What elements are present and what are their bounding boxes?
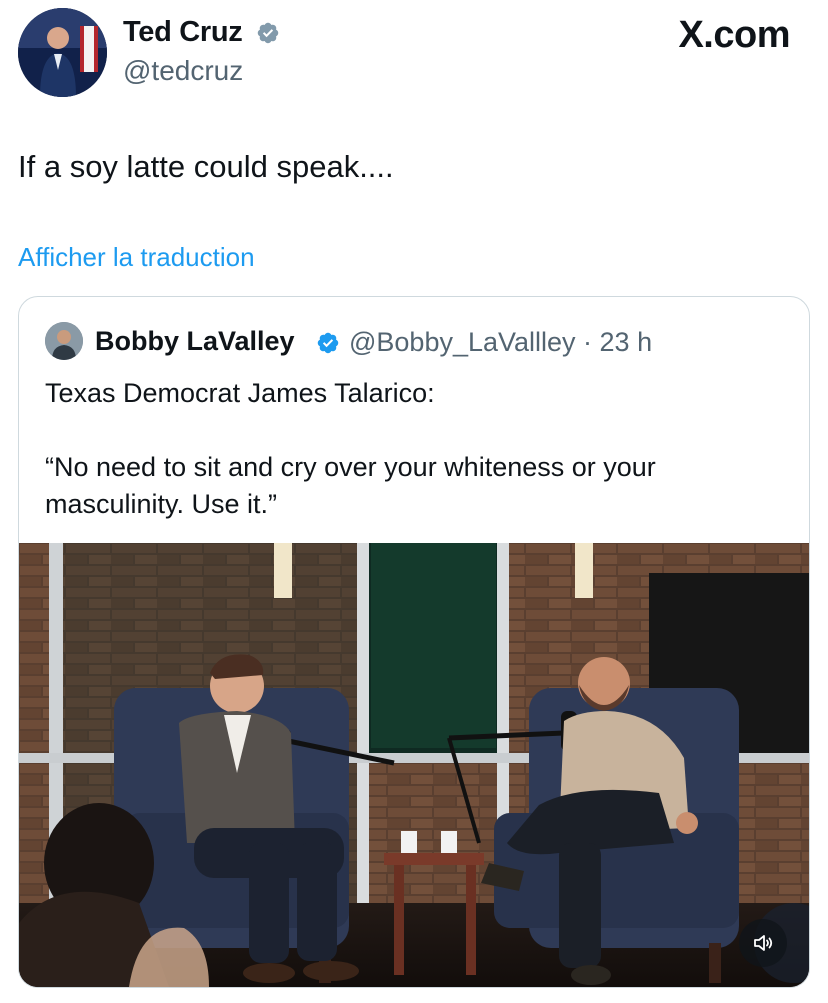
quoted-text-line: Texas Democrat James Talarico: <box>45 378 435 408</box>
translate-link[interactable]: Afficher la traduction <box>18 242 255 273</box>
video-player[interactable] <box>19 543 809 987</box>
author-handle[interactable]: @tedcruz <box>123 55 243 87</box>
author-avatar[interactable] <box>18 8 107 97</box>
quoted-tweet-meta[interactable]: @Bobby_LaVallley · 23 h <box>349 327 652 358</box>
quoted-tweet-card[interactable]: Bobby LaValley @Bobby_LaVallley · 23 h T… <box>18 296 810 988</box>
tweet-text: If a soy latte could speak.... <box>18 149 394 184</box>
quoted-text-line: “No need to sit and cry over your whiten… <box>45 452 656 519</box>
video-frame <box>19 543 809 987</box>
speaker-icon <box>754 935 773 951</box>
quoted-tweet-text: Texas Democrat James Talarico: “No need … <box>45 375 785 523</box>
verified-badge-icon <box>257 22 279 44</box>
author-name[interactable]: Ted Cruz <box>123 16 243 49</box>
brand-logo: X.com <box>678 14 790 56</box>
quoted-author-name[interactable]: Bobby LaValley <box>95 326 295 357</box>
verified-badge-icon <box>317 332 339 354</box>
quoted-author-avatar[interactable] <box>45 322 83 360</box>
sound-toggle-button[interactable] <box>739 919 787 967</box>
